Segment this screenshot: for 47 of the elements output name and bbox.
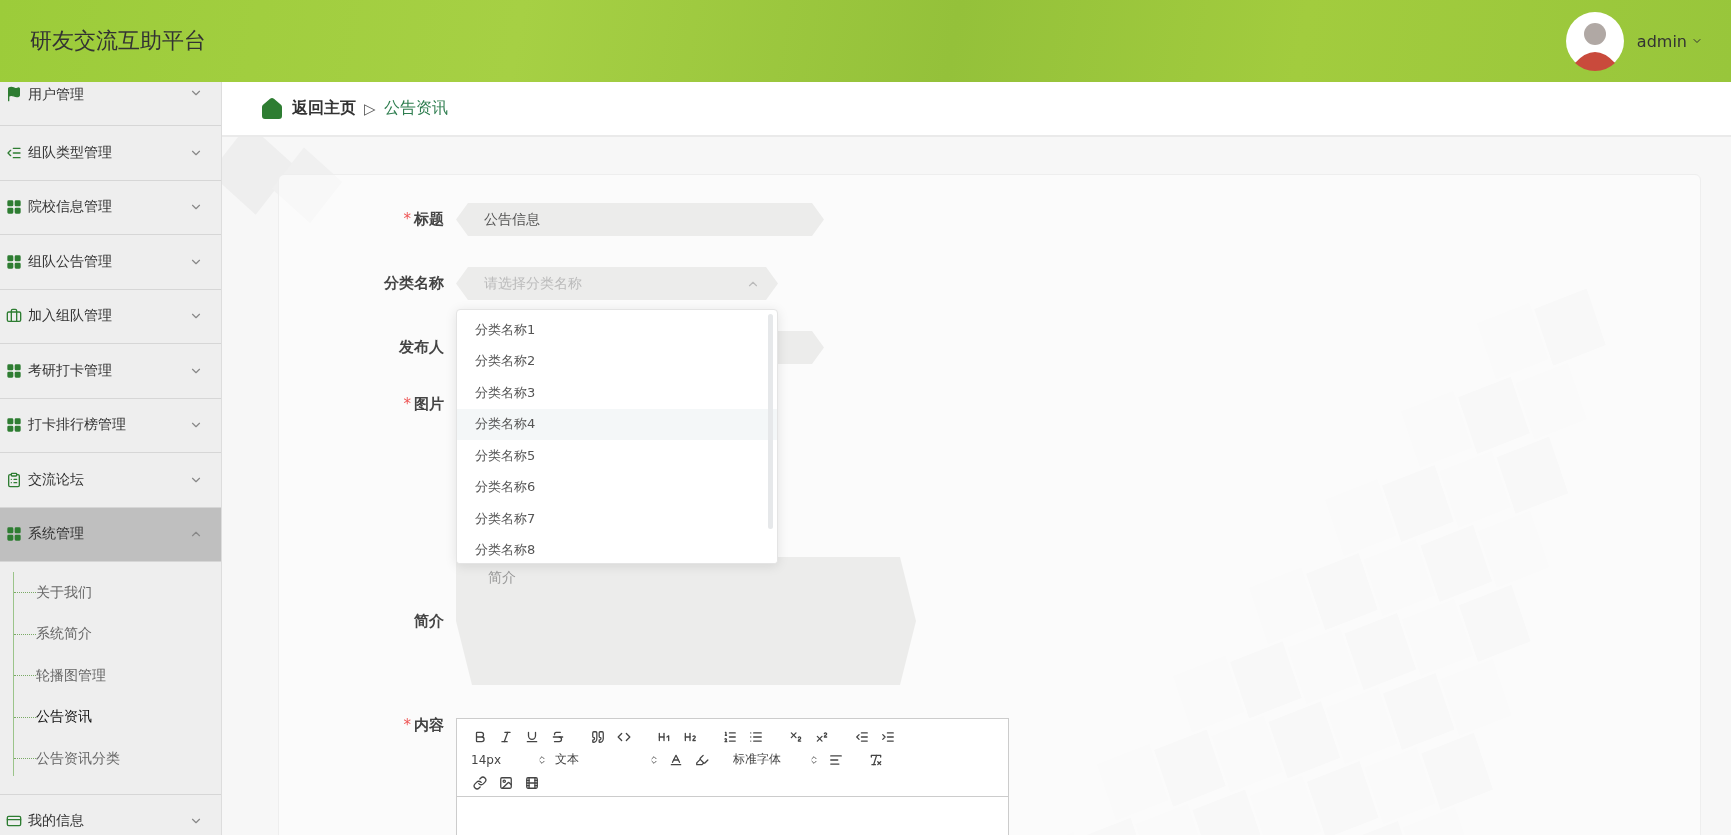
- grid-icon: [6, 526, 22, 543]
- sidebar-item[interactable]: 系统管理: [0, 507, 221, 562]
- required-mark: *: [403, 716, 411, 734]
- avatar[interactable]: [1564, 11, 1625, 71]
- updown-icon: [809, 754, 819, 765]
- textarea-field[interactable]: 简介: [456, 557, 916, 685]
- dropdown-option[interactable]: 分类名称3: [457, 377, 777, 409]
- dropdown-option[interactable]: 分类名称4: [457, 408, 777, 440]
- clipboard-icon: [6, 471, 22, 488]
- required-mark: *: [403, 395, 411, 413]
- user-menu[interactable]: admin: [1636, 31, 1703, 51]
- submenu-item[interactable]: 关于我们: [14, 572, 221, 614]
- field-label: 发布人: [399, 338, 444, 356]
- field-label: 图片: [414, 395, 444, 413]
- field-label: 简介: [414, 611, 444, 630]
- home-icon[interactable]: [260, 96, 284, 121]
- scrollbar[interactable]: [768, 314, 773, 529]
- updown-icon: [649, 754, 659, 765]
- updown-icon: [537, 754, 547, 765]
- text-style-select[interactable]: 文本: [553, 750, 661, 769]
- grid-icon: [6, 199, 22, 216]
- field-label: 标题: [414, 210, 444, 228]
- flag-icon: [6, 86, 22, 102]
- submenu-item[interactable]: 公告资讯: [14, 696, 221, 738]
- dropdown-option[interactable]: 分类名称8: [457, 534, 777, 563]
- breadcrumb-separator: ▷: [364, 99, 376, 118]
- breadcrumb-link[interactable]: 返回主页: [292, 98, 356, 119]
- field-label: 内容: [414, 716, 444, 734]
- submenu-item[interactable]: 公告资讯分类: [14, 738, 221, 780]
- font-family-select[interactable]: 标准字体: [731, 750, 821, 769]
- dropdown-option[interactable]: 分类名称2: [457, 345, 777, 377]
- dropdown-option[interactable]: 分类名称1: [457, 314, 777, 346]
- app-title: 研友交流互助平台: [30, 27, 206, 55]
- dropdown-option[interactable]: 分类名称5: [457, 440, 777, 472]
- grid-icon: [6, 253, 22, 270]
- briefcase-icon: [6, 308, 22, 325]
- breadcrumb-current: 公告资讯: [383, 98, 448, 119]
- dropdown-option[interactable]: 分类名称7: [457, 503, 777, 535]
- dropdown-option[interactable]: 分类名称6: [457, 471, 777, 503]
- submenu-item[interactable]: 轮播图管理: [14, 655, 221, 697]
- font-size-select[interactable]: 14px: [469, 750, 549, 769]
- submenu-item[interactable]: 系统简介: [14, 613, 221, 655]
- text-field[interactable]: 公告信息: [456, 203, 824, 236]
- grid-icon: [6, 362, 22, 379]
- grid-icon: [6, 417, 22, 434]
- field-label: 分类名称: [384, 274, 444, 292]
- required-mark: *: [403, 210, 411, 228]
